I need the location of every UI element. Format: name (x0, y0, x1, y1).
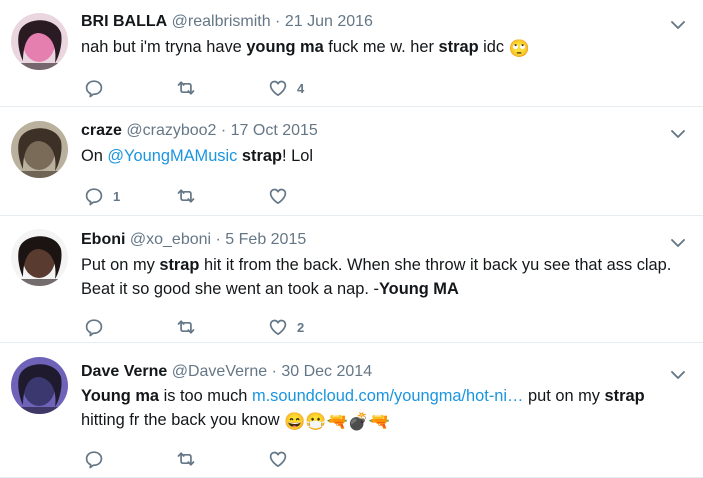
retweet-button[interactable] (176, 186, 268, 206)
retweet-button[interactable] (176, 449, 268, 469)
eye-roll-emoji: 🙄 (508, 39, 530, 58)
tweet-text-segment: On (81, 147, 108, 165)
tweet-text-segment: idc (478, 38, 509, 56)
user-fullname[interactable]: Eboni (81, 231, 125, 248)
tweet-text-segment: nah but i'm tryna have (81, 38, 247, 56)
user-handle[interactable]: @realbrismith (172, 13, 271, 30)
tweet-header: Dave Verne @DaveVerne · 30 Dec 2014 (81, 362, 372, 382)
mask-emoji: 😷 (305, 412, 327, 431)
user-fullname[interactable]: BRI BALLA (81, 13, 167, 30)
chevron-down-icon[interactable] (669, 366, 687, 384)
highlighted-keyword: strap (438, 38, 479, 56)
tweet-header: craze @crazyboo2 · 17 Oct 2015 (81, 121, 318, 141)
bomb-emoji: 💣 (347, 412, 369, 431)
separator-dot: · (216, 122, 231, 139)
tweet-text: Put on my strap hit it from the back. Wh… (81, 253, 685, 301)
tweet-text: nah but i'm tryna have young ma fuck me … (81, 35, 685, 59)
user-handle[interactable]: @DaveVerne (172, 363, 267, 380)
tweet-link[interactable]: m.soundcloud.com/youngma/hot-ni… (252, 387, 524, 405)
avatar-image (11, 357, 68, 414)
tweet-text-segment: Put on my (81, 256, 160, 274)
tweet-timestamp[interactable]: 21 Jun 2016 (285, 13, 373, 30)
tweet-text-segment: put on my (523, 387, 605, 405)
retweet-icon (177, 189, 195, 203)
avatar[interactable] (11, 357, 68, 414)
avatar[interactable] (11, 121, 68, 178)
tweet-header: Eboni @xo_eboni · 5 Feb 2015 (81, 230, 306, 250)
user-handle[interactable]: @crazyboo2 (126, 122, 216, 139)
heart-icon (269, 451, 287, 468)
avatar[interactable] (11, 13, 68, 70)
retweet-button[interactable] (176, 78, 268, 98)
tweet-actions: 1 (84, 186, 348, 206)
highlighted-keyword: young ma (246, 38, 324, 56)
tweet-timeline: BRI BALLA @realbrismith · 21 Jun 2016 nah… (0, 0, 703, 478)
highlighted-keyword: Young ma (81, 387, 160, 405)
separator-dot: · (270, 13, 285, 30)
grinning-emoji: 😄 (284, 412, 306, 431)
chevron-down-icon[interactable] (669, 234, 687, 252)
avatar-image (11, 121, 68, 178)
tweet-actions: 4 (84, 78, 348, 98)
highlighted-keyword: strap (241, 147, 282, 165)
user-fullname[interactable]: craze (81, 122, 122, 139)
tweet-timestamp[interactable]: 30 Dec 2014 (281, 363, 372, 380)
reply-count: 1 (113, 188, 121, 204)
tweet-timestamp[interactable]: 17 Oct 2015 (231, 122, 318, 139)
reply-button[interactable] (84, 317, 176, 337)
separator-dot: · (211, 231, 226, 248)
tweet-text: Young ma is too much m.soundcloud.com/yo… (81, 384, 685, 432)
tweet-timestamp[interactable]: 5 Feb 2015 (225, 231, 306, 248)
pistol-emoji: 🔫 (326, 412, 348, 431)
tweet-text: On @YoungMAMusic strap! Lol (81, 144, 685, 168)
tweet-card[interactable]: craze @crazyboo2 · 17 Oct 2015 On @YoungM… (0, 107, 703, 216)
user-handle[interactable]: @xo_eboni (130, 231, 211, 248)
tweet-text-segment: is too much (159, 387, 252, 405)
retweet-icon (177, 81, 195, 95)
tweet-card[interactable]: Dave Verne @DaveVerne · 30 Dec 2014 Young… (0, 343, 703, 478)
tweet-text-segment: ! Lol (282, 147, 313, 165)
pistol-emoji: 🔫 (368, 412, 391, 431)
tweet-card[interactable]: BRI BALLA @realbrismith · 21 Jun 2016 nah… (0, 0, 703, 107)
tweet-header: BRI BALLA @realbrismith · 21 Jun 2016 (81, 12, 373, 32)
like-count: 4 (297, 80, 305, 96)
heart-icon (269, 319, 287, 336)
tweet-link[interactable]: @YoungMAMusic (107, 147, 237, 165)
reply-icon (85, 188, 103, 206)
retweet-button[interactable] (176, 317, 268, 337)
chevron-down-icon[interactable] (669, 125, 687, 143)
reply-button[interactable] (84, 449, 176, 469)
tweet-text-segment: hitting fr the back you know (81, 411, 285, 429)
retweet-icon (177, 452, 195, 466)
tweet-text-segment: fuck me w. her (323, 38, 439, 56)
user-fullname[interactable]: Dave Verne (81, 363, 167, 380)
heart-icon (269, 188, 287, 205)
like-button[interactable]: 2 (268, 317, 348, 337)
avatar[interactable] (11, 229, 68, 286)
retweet-icon (177, 320, 195, 334)
reply-icon (85, 319, 103, 337)
like-button[interactable]: 4 (268, 78, 348, 98)
reply-icon (85, 80, 103, 98)
tweet-actions: 2 (84, 317, 348, 337)
highlighted-keyword: strap (159, 256, 200, 274)
tweet-actions (84, 449, 348, 469)
reply-button[interactable]: 1 (84, 186, 176, 206)
reply-button[interactable] (84, 78, 176, 98)
separator-dot: · (267, 363, 282, 380)
highlighted-keyword: strap (604, 387, 645, 405)
heart-icon (269, 80, 287, 97)
like-button[interactable] (268, 449, 348, 469)
tweet-card[interactable]: Eboni @xo_eboni · 5 Feb 2015 Put on my st… (0, 216, 703, 343)
reply-icon (85, 451, 103, 469)
avatar-image (11, 229, 68, 286)
chevron-down-icon[interactable] (669, 16, 687, 34)
avatar-image (11, 13, 68, 70)
like-button[interactable] (268, 186, 348, 206)
like-count: 2 (297, 319, 305, 335)
highlighted-keyword: Young MA (378, 280, 459, 298)
